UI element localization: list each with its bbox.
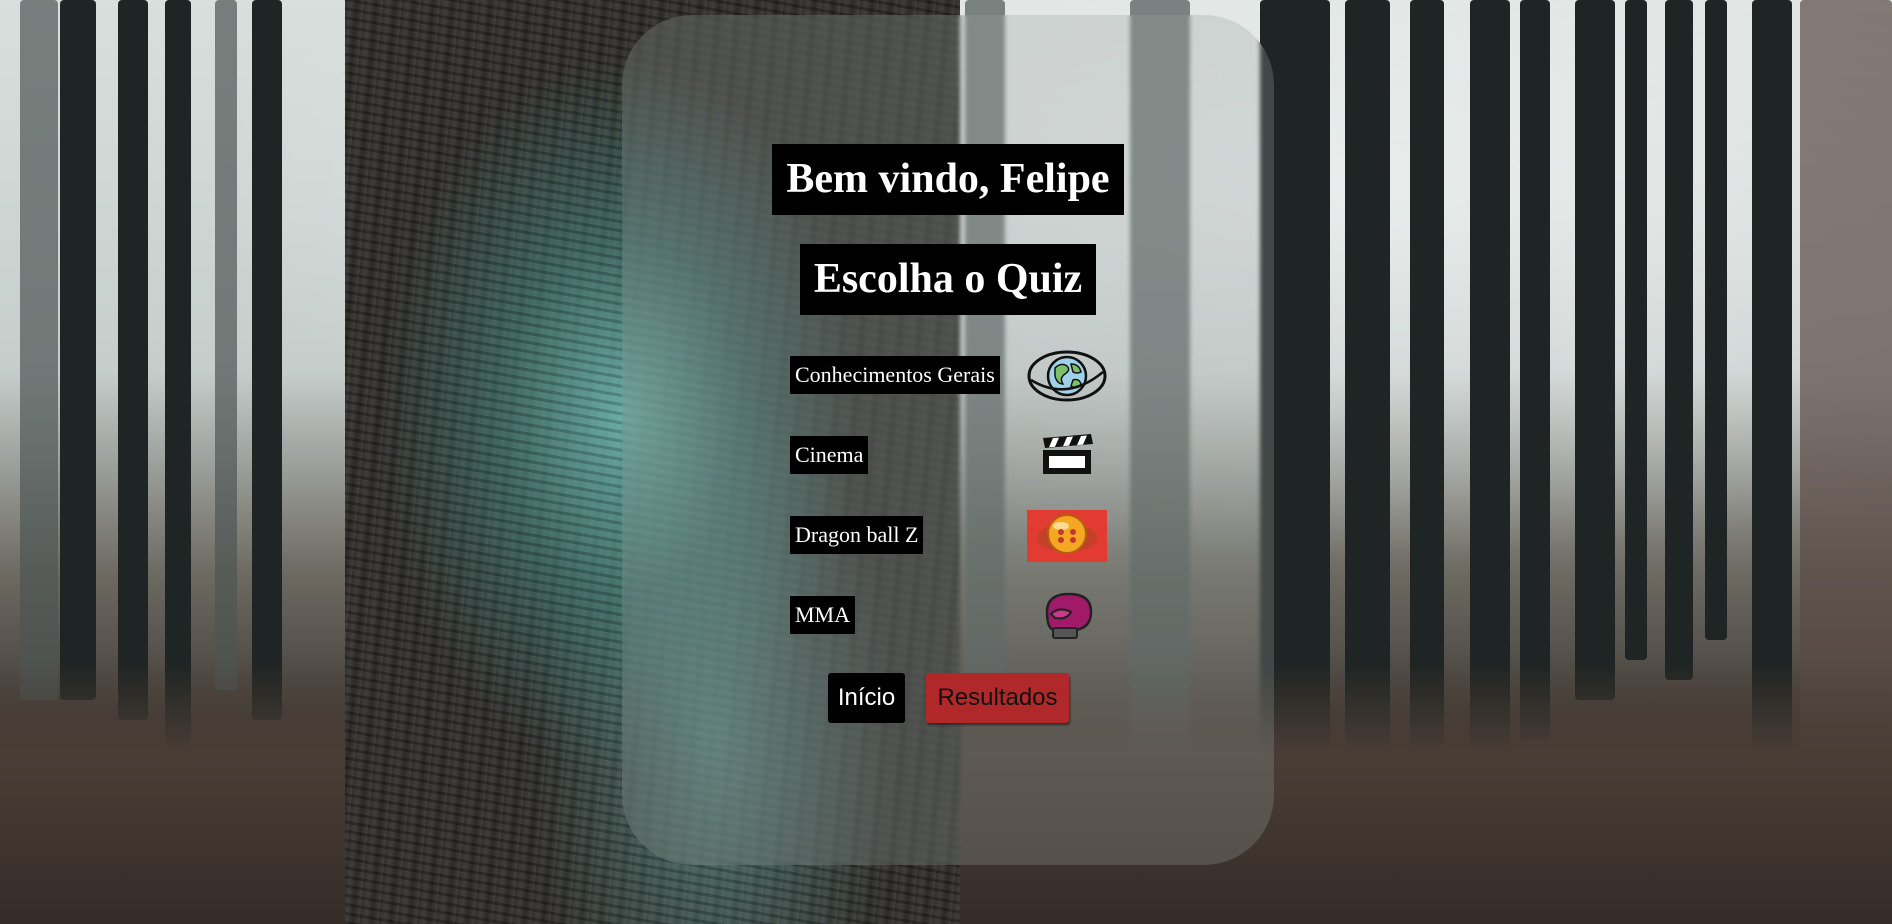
tree-trunk [1625,0,1647,660]
quiz-link-cinema[interactable]: Cinema [790,436,869,474]
dragon-ball-icon[interactable] [1027,510,1107,562]
globe-icon[interactable] [1027,350,1107,402]
tree-trunk [1410,0,1444,780]
tree-trunk [1665,0,1693,680]
clapperboard-icon[interactable] [1027,430,1107,482]
quiz-link-dragon-ball-z[interactable]: Dragon ball Z [790,516,924,554]
tree-trunk [215,0,237,690]
results-button[interactable]: Resultados [926,673,1069,723]
tree-trunk [1575,0,1615,700]
tree-trunk [20,0,58,700]
tree-trunk [1705,0,1727,640]
tree-trunk [165,0,191,760]
quiz-link-mma[interactable]: MMA [790,596,856,634]
quiz-panel [622,15,1274,865]
welcome-heading: Bem vindo, Felipe [772,144,1124,215]
tree-trunk [60,0,96,700]
boxing-glove-icon[interactable] [1027,590,1107,642]
home-button[interactable]: Início [828,673,905,723]
quiz-link-conhecimentos-gerais[interactable]: Conhecimentos Gerais [790,356,1000,394]
tree-trunk [1520,0,1550,740]
tree-trunk [118,0,148,720]
tree-trunk [252,0,282,720]
choose-quiz-heading: Escolha o Quiz [800,244,1096,315]
